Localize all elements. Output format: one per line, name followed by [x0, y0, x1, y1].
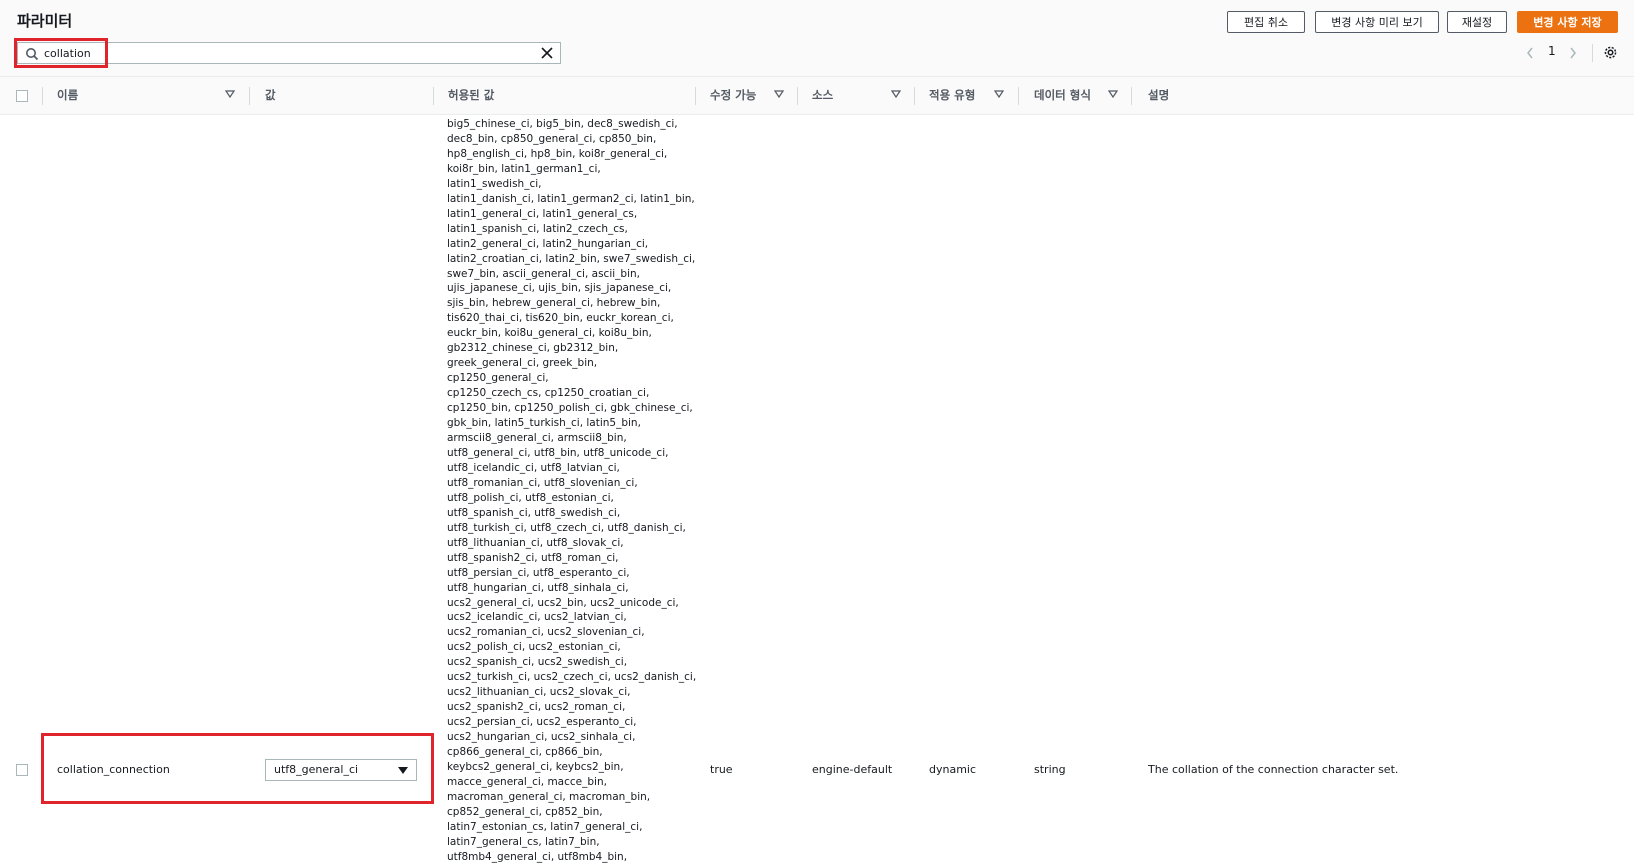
column-divider: [914, 87, 915, 105]
sort-down-icon[interactable]: [994, 89, 1004, 99]
chevron-left-icon[interactable]: [1525, 46, 1535, 60]
column-divider: [433, 87, 434, 105]
column-divider: [249, 87, 250, 105]
column-divider: [1131, 87, 1132, 105]
table-header: 이름 값 허용된 값 수정 가능 소스 적용 유형 데이터 형식 설명: [0, 77, 1634, 115]
apply-type-value: dynamic: [929, 763, 977, 776]
sort-down-icon[interactable]: [225, 89, 235, 99]
page-header: 파라미터 편집 취소 변경 사항 미리 보기 재설정 변경 사항 저장 1: [0, 0, 1634, 77]
row-highlight-box: [41, 733, 434, 804]
select-all-checkbox[interactable]: [16, 90, 28, 102]
reset-button[interactable]: 재설정: [1447, 11, 1507, 33]
column-header-apply-type[interactable]: 적용 유형: [929, 87, 975, 103]
search-input[interactable]: [44, 45, 524, 61]
row-select-checkbox[interactable]: [16, 764, 28, 776]
allowed-values-cell: big5_chinese_ci, big5_bin, dec8_swedish_…: [447, 118, 697, 863]
pager-divider: [1592, 44, 1593, 62]
column-header-source[interactable]: 소스: [812, 87, 833, 103]
sort-down-icon[interactable]: [774, 89, 784, 99]
cancel-edit-button[interactable]: 편집 취소: [1227, 11, 1305, 33]
column-header-name[interactable]: 이름: [57, 87, 78, 103]
modifiable-value: true: [710, 763, 733, 776]
chevron-right-icon[interactable]: [1568, 46, 1578, 60]
column-divider: [695, 87, 696, 105]
description-value: The collation of the connection characte…: [1148, 763, 1399, 776]
column-header-modifiable[interactable]: 수정 가능: [710, 87, 756, 103]
clear-search-icon[interactable]: [540, 46, 554, 60]
data-type-value: string: [1034, 763, 1066, 776]
column-header-value: 값: [265, 88, 276, 102]
column-header-description: 설명: [1148, 88, 1170, 102]
column-divider: [797, 87, 798, 105]
preview-changes-button[interactable]: 변경 사항 미리 보기: [1315, 11, 1439, 33]
gear-icon[interactable]: [1603, 45, 1618, 60]
sort-down-icon[interactable]: [891, 89, 901, 99]
page-title: 파라미터: [17, 12, 73, 30]
current-page-number[interactable]: 1: [1548, 44, 1556, 58]
sort-down-icon[interactable]: [1108, 89, 1118, 99]
save-changes-button[interactable]: 변경 사항 저장: [1517, 11, 1618, 33]
search-highlight-box: [14, 38, 108, 68]
source-value: engine-default: [812, 763, 893, 776]
column-divider: [1018, 87, 1019, 105]
column-divider: [42, 87, 43, 105]
column-header-allowed-values: 허용된 값: [448, 88, 495, 102]
column-header-data-type[interactable]: 데이터 형식: [1034, 87, 1091, 103]
